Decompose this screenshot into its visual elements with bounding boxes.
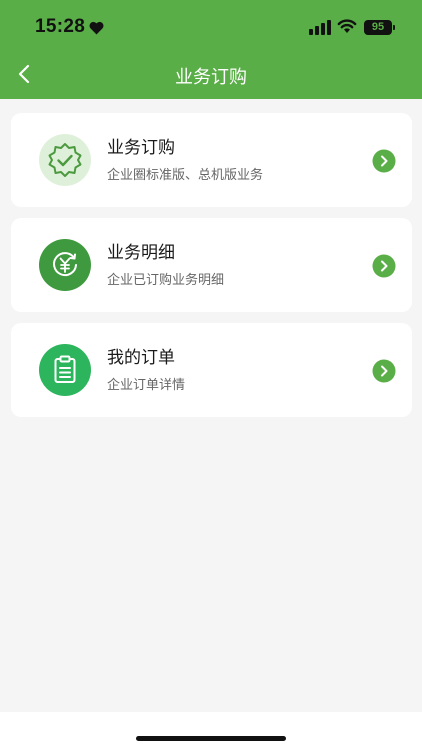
badge-check-icon bbox=[39, 134, 91, 186]
card-title: 我的订单 bbox=[107, 348, 175, 368]
app-header: 15:28 95 业务订购 bbox=[0, 0, 422, 99]
card-subtitle: 企业已订购业务明细 bbox=[107, 273, 225, 288]
battery-indicator: 95 bbox=[364, 20, 392, 35]
chevron-right-icon bbox=[372, 149, 396, 173]
home-indicator[interactable] bbox=[136, 736, 286, 741]
wifi-icon bbox=[337, 19, 357, 33]
heart-icon bbox=[89, 21, 104, 35]
chevron-right-icon bbox=[372, 359, 396, 383]
status-time: 15:28 bbox=[35, 16, 86, 37]
card-my-orders[interactable]: 我的订单 企业订单详情 bbox=[11, 323, 412, 417]
status-bar: 15:28 95 bbox=[0, 0, 422, 50]
signal-icon bbox=[309, 20, 331, 35]
card-title: 业务明细 bbox=[107, 243, 175, 263]
home-indicator-area bbox=[0, 712, 422, 750]
battery-tip bbox=[393, 25, 395, 30]
page-title: 业务订购 bbox=[175, 67, 247, 88]
card-title: 业务订购 bbox=[107, 138, 175, 158]
chevron-right-icon bbox=[372, 254, 396, 278]
card-business-details[interactable]: 业务明细 企业已订购业务明细 bbox=[11, 218, 412, 312]
clipboard-icon bbox=[39, 344, 91, 396]
card-business-order[interactable]: 业务订购 企业圈标准版、总机版业务 bbox=[11, 113, 412, 207]
card-subtitle: 企业圈标准版、总机版业务 bbox=[107, 168, 264, 183]
card-subtitle: 企业订单详情 bbox=[107, 378, 186, 393]
yen-icon bbox=[39, 239, 91, 291]
